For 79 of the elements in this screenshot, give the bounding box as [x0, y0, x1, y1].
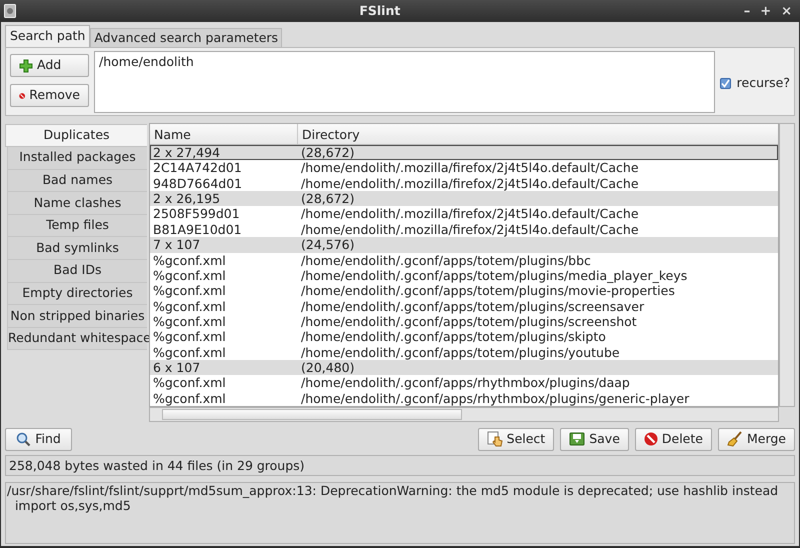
- table-cell-text: /home/endolith/.gconf/apps/totem/plugins/bbc: [300, 252, 592, 268]
- table-cell-text: (24,576): [300, 237, 356, 253]
- table-cell-text: %gconf.xml: [152, 375, 227, 391]
- merge-button[interactable]: Merge: [718, 428, 795, 450]
- table-cell-text: (28,672): [300, 191, 356, 206]
- table-cell-text: 2508F599d01: [152, 206, 241, 222]
- vertical-scrollbar[interactable]: [779, 123, 795, 407]
- table-cell-text: /home/endolith/.gconf/apps/totem/plugins/media_player_keys: [300, 268, 688, 284]
- maximize-button[interactable]: +: [760, 4, 772, 18]
- window-title: FSlint: [358, 2, 402, 20]
- table-cell-text: /home/endolith/.gconf/apps/rhythmbox/plugins/generic-player: [300, 390, 690, 406]
- sidebar-tab[interactable]: Non stripped binaries: [7, 305, 147, 328]
- table-cell-text: 948D7664d01: [152, 176, 244, 192]
- table-cell-text: (28,672): [300, 145, 356, 160]
- table-cell-text: 2 x 27,494: [152, 145, 222, 160]
- tab[interactable]: Search path: [5, 25, 90, 47]
- table-cell-text: 2C14A742d01: [152, 160, 243, 176]
- file-row[interactable]: %gconf.xml /home/endolith/.gconf/apps/totem/plugins/bbc: [150, 252, 778, 268]
- remove-button[interactable]: Remove: [10, 84, 89, 107]
- output-line: import os,sys,md5: [14, 498, 131, 513]
- horizontal-scrollbar[interactable]: [149, 407, 779, 422]
- table-cell-text: %gconf.xml: [152, 344, 227, 360]
- delete-button[interactable]: Delete: [634, 428, 712, 450]
- tab[interactable]: Advanced search parameters: [90, 28, 282, 47]
- table-cell-text: 7 x 107: [152, 237, 202, 253]
- table-cell-text: 6 x 107: [152, 360, 202, 376]
- find-button[interactable]: Find: [5, 428, 72, 450]
- table-cell-text: /home/endolith/.gconf/apps/totem/plugins/youtube: [300, 344, 621, 360]
- table-cell-text: B81A9E10d01: [152, 222, 243, 238]
- group-row[interactable]: 7 x 107 (24,576): [150, 237, 778, 253]
- table-cell-text: %gconf.xml: [152, 390, 227, 406]
- save-icon: [569, 431, 586, 447]
- sidebar-tab[interactable]: Bad IDs: [7, 260, 147, 283]
- sidebar-tab[interactable]: Redundant whitespace: [7, 328, 147, 350]
- table-cell-text: %gconf.xml: [152, 314, 227, 330]
- app-icon: [4, 4, 16, 18]
- no-entry-icon: [644, 432, 658, 446]
- table-cell-text: /home/endolith/.mozilla/firefox/2j4t5l4o.default/Cache: [300, 206, 640, 222]
- status-bar: 258,048 bytes wasted in 44 files (in 29 groups): [5, 455, 795, 476]
- sidebar-tab[interactable]: Temp files: [7, 214, 147, 238]
- sidebar-tab[interactable]: Empty directories: [7, 282, 147, 306]
- table-cell-text: %gconf.xml: [152, 329, 227, 345]
- minimize-button[interactable]: –: [744, 4, 750, 18]
- group-row[interactable]: 2 x 26,195 (28,672): [150, 191, 778, 206]
- broom-icon: [726, 431, 743, 447]
- save-button[interactable]: Save: [560, 428, 629, 450]
- sidebar-tab[interactable]: Bad symlinks: [7, 237, 147, 260]
- table-cell-text: /home/endolith/.gconf/apps/rhythmbox/plugins/daap: [300, 375, 631, 391]
- plus-icon: [19, 58, 33, 72]
- table-cell-text: %gconf.xml: [152, 268, 227, 284]
- table-cell-text: (20,480): [300, 360, 356, 376]
- sidebar-tab[interactable]: Duplicates: [5, 124, 147, 147]
- group-row[interactable]: 6 x 107 (20,480): [150, 360, 778, 376]
- table-cell-text: 2 x 26,195: [152, 191, 222, 206]
- sidebar-tab[interactable]: Bad names: [7, 170, 147, 192]
- group-row[interactable]: 2 x 27,494 (28,672): [150, 145, 778, 160]
- table-cell-text: /home/endolith/.mozilla/firefox/2j4t5l4o.default/Cache: [300, 222, 640, 238]
- close-button[interactable]: ×: [781, 4, 792, 18]
- table-cell-text: %gconf.xml: [152, 252, 227, 268]
- table-cell-text: %gconf.xml: [152, 298, 227, 314]
- table-cell-text: /home/endolith/.gconf/apps/totem/plugins/movie-properties: [300, 283, 676, 299]
- select-button[interactable]: Select: [478, 428, 554, 450]
- column-header[interactable]: Directory: [298, 124, 778, 144]
- sidebar-tab[interactable]: Installed packages: [7, 147, 147, 170]
- table-cell-text: /home/endolith/.gconf/apps/totem/plugins/screenshot: [300, 314, 637, 330]
- table-cell-text: /home/endolith/.gconf/apps/totem/plugins/skipto: [300, 329, 607, 345]
- sidebar-tab[interactable]: Name clashes: [7, 192, 147, 215]
- recurse-label: recurse?: [736, 74, 790, 92]
- checkbox[interactable]: [720, 78, 731, 88]
- path-item[interactable]: /home/endolith: [99, 53, 710, 72]
- table-cell-text: /home/endolith/.mozilla/firefox/2j4t5l4o.default/Cache: [300, 176, 640, 192]
- output-line: /usr/share/fslint/fslint/supprt/md5sum_approx:13: DeprecationWarning: the md5 module is deprecated; use hashlib instead: [7, 484, 780, 498]
- hand-pointer-icon: [486, 431, 503, 447]
- table-cell-text: /home/endolith/.gconf/apps/totem/plugins/screensaver: [300, 298, 646, 314]
- table-cell-text: /home/endolith/.mozilla/firefox/2j4t5l4o.default/Cache: [300, 160, 640, 176]
- column-header[interactable]: Name: [150, 124, 298, 144]
- table-cell-text: %gconf.xml: [152, 283, 227, 299]
- add-button[interactable]: Add: [10, 54, 89, 77]
- search-icon: [16, 432, 32, 446]
